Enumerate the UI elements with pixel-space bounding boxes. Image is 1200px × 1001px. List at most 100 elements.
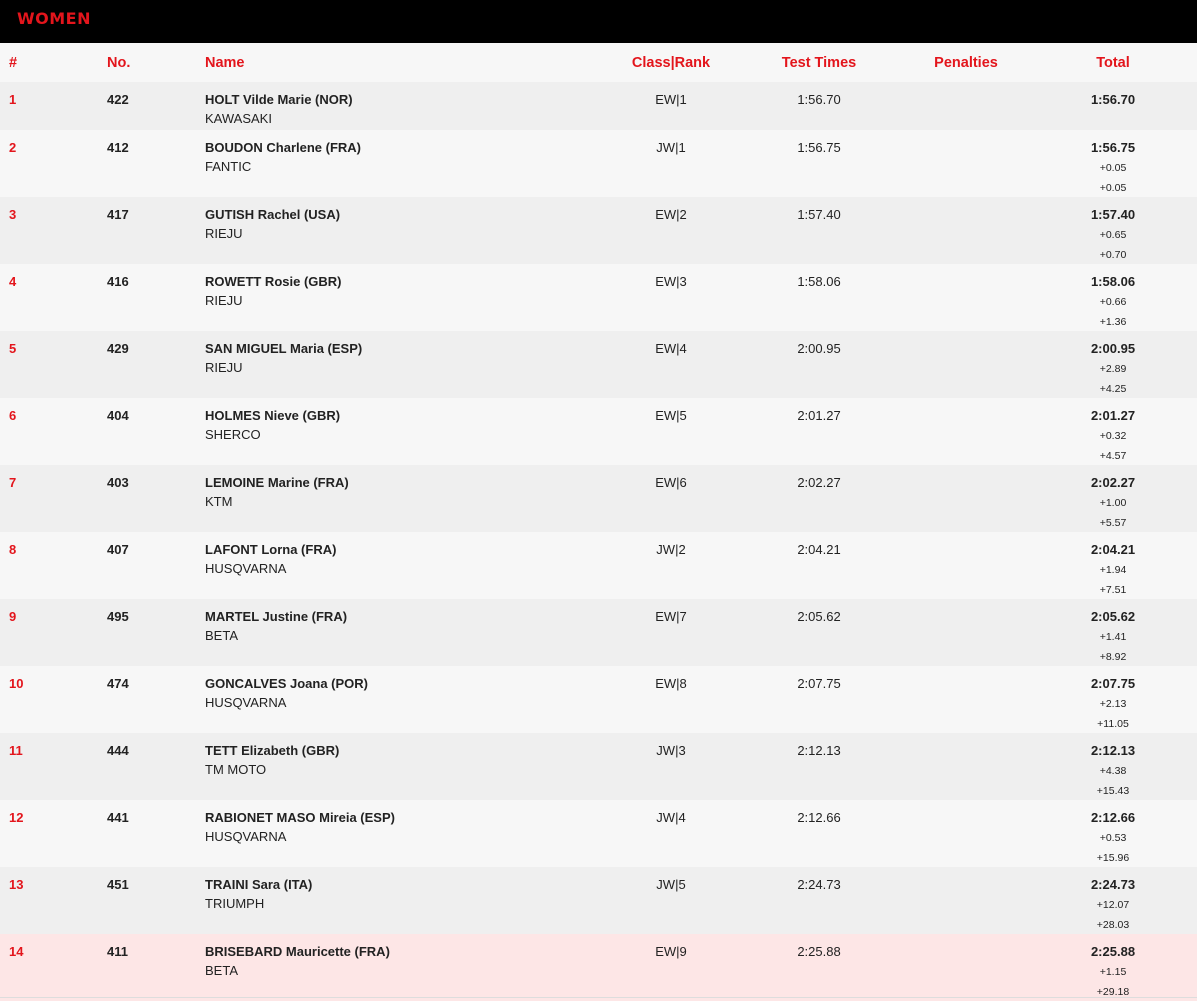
gap-leader-cell: +5.57 (1099, 517, 1127, 529)
header-class-rank: Class|Rank (631, 55, 711, 71)
header-name: Name (205, 55, 245, 71)
test-time-cell: 2:12.66 (797, 810, 841, 825)
header-total: Total (1096, 55, 1130, 71)
total-time-cell: 2:12.13 (1090, 743, 1136, 758)
bike-brand-cell: KAWASAKI (205, 111, 272, 126)
total-time-cell: 2:24.73 (1090, 877, 1136, 892)
rider-number-cell: 474 (107, 676, 129, 691)
rider-number-cell: 495 (107, 609, 129, 624)
test-time-cell: 2:12.13 (797, 743, 841, 758)
rider-name-cell: LEMOINE Marine (FRA) (205, 475, 349, 490)
rider-name-cell: HOLMES Nieve (GBR) (205, 408, 341, 423)
test-time-cell: 1:57.40 (797, 207, 841, 222)
class-rank-cell: JW|3 (656, 743, 686, 758)
gap-leader-cell: +4.57 (1099, 450, 1127, 462)
rider-number-cell: 417 (107, 207, 129, 222)
gap-leader-cell: +7.51 (1099, 584, 1127, 596)
class-rank-cell: EW|6 (655, 475, 687, 490)
bike-brand-cell: RIEJU (205, 293, 243, 308)
rider-name-cell: SAN MIGUEL Maria (ESP) (205, 341, 363, 356)
bike-brand-cell: BETA (205, 628, 238, 643)
total-time-cell: 1:56.70 (1090, 92, 1136, 107)
position-cell: 3 (9, 207, 17, 222)
table-row: 3 417 GUTISH Rachel (USA) RIEJU EW|2 1:57.40 1… (0, 197, 1197, 264)
class-rank-cell: JW|1 (656, 140, 686, 155)
gap-leader-cell: +8.92 (1099, 651, 1127, 663)
total-time-cell: 2:07.75 (1090, 676, 1136, 691)
gap-previous-cell: +0.65 (1099, 229, 1127, 241)
total-time-cell: 2:00.95 (1090, 341, 1136, 356)
bike-brand-cell: HUSQVARNA (205, 829, 287, 844)
bike-brand-cell: RIEJU (205, 226, 243, 241)
rider-number-cell: 429 (107, 341, 129, 356)
rider-name-cell: GUTISH Rachel (USA) (205, 207, 341, 222)
bike-brand-cell: FANTIC (205, 159, 252, 174)
rider-number-cell: 422 (107, 92, 129, 107)
total-time-cell: 1:57.40 (1090, 207, 1136, 222)
total-time-cell: 2:02.27 (1090, 475, 1136, 490)
category-banner: WOMEN (0, 0, 1197, 43)
class-rank-cell: JW|5 (656, 877, 686, 892)
rider-name-cell: LAFONT Lorna (FRA) (205, 542, 337, 557)
position-cell: 8 (9, 542, 17, 557)
position-cell: 14 (9, 944, 24, 959)
table-row: 5 429 SAN MIGUEL Maria (ESP) RIEJU EW|4 2:00.… (0, 331, 1197, 398)
gap-leader-cell: +11.05 (1097, 718, 1129, 730)
class-rank-cell: EW|7 (655, 609, 687, 624)
gap-leader-cell: +1.36 (1099, 316, 1127, 328)
gap-leader-cell: +15.43 (1096, 785, 1130, 797)
rider-number-cell: 403 (107, 475, 129, 490)
bike-brand-cell: SHERCO (205, 427, 261, 442)
test-time-cell: 2:24.73 (797, 877, 841, 892)
class-rank-cell: EW|8 (655, 676, 687, 691)
class-rank-cell: EW|4 (655, 341, 687, 356)
rider-number-cell: 404 (107, 408, 129, 423)
total-time-cell: 2:05.62 (1090, 609, 1136, 624)
position-cell: 9 (9, 609, 17, 624)
gap-leader-cell: +4.25 (1099, 383, 1127, 395)
table-row: 7 403 LEMOINE Marine (FRA) KTM EW|6 2:02.27 2:… (0, 465, 1197, 532)
test-time-cell: 2:05.62 (797, 609, 841, 624)
gap-leader-cell: +0.05 (1099, 182, 1127, 194)
gap-previous-cell: +12.07 (1096, 899, 1130, 911)
position-cell: 6 (9, 408, 17, 423)
total-time-cell: 2:04.21 (1090, 542, 1136, 557)
gap-leader-cell: +28.03 (1096, 919, 1130, 931)
rider-number-cell: 444 (107, 743, 129, 758)
position-cell: 1 (9, 92, 17, 107)
gap-previous-cell: +0.53 (1099, 832, 1127, 844)
gap-previous-cell: +0.05 (1099, 162, 1127, 174)
class-rank-cell: JW|2 (656, 542, 686, 557)
position-cell: 4 (9, 274, 17, 289)
test-time-cell: 1:56.70 (797, 92, 841, 107)
table-bottom-border (0, 997, 1197, 998)
gap-previous-cell: +0.66 (1099, 296, 1127, 308)
header-test-times: Test Times (781, 55, 857, 71)
total-time-cell: 1:56.75 (1090, 140, 1136, 155)
position-cell: 12 (9, 810, 24, 825)
table-header: # No. Name Class|Rank Test Times Penalti… (0, 43, 1197, 82)
table-row: 13 451 TRAINI Sara (ITA) TRIUMPH JW|5 2:24.73… (0, 867, 1197, 934)
rider-number-cell: 416 (107, 274, 129, 289)
class-rank-cell: EW|1 (655, 92, 687, 107)
position-cell: 13 (9, 877, 24, 892)
class-rank-cell: EW|2 (655, 207, 687, 222)
gap-previous-cell: +2.13 (1099, 698, 1127, 710)
total-time-cell: 2:25.88 (1090, 944, 1136, 959)
table-row: 12 441 RABIONET MASO Mireia (ESP) HUSQVARNA… (0, 800, 1197, 867)
rider-name-cell: GONCALVES Joana (POR) (205, 676, 369, 691)
test-time-cell: 2:00.95 (797, 341, 841, 356)
position-cell: 7 (9, 475, 17, 490)
header-position: # (9, 55, 18, 71)
gap-previous-cell: +1.00 (1099, 497, 1127, 509)
rider-name-cell: HOLT Vilde Marie (NOR) (205, 92, 353, 107)
position-cell: 5 (9, 341, 17, 356)
rider-name-cell: BRISEBARD Mauricette (FRA) (205, 944, 390, 959)
header-penalties: Penalties (934, 55, 998, 71)
rider-number-cell: 407 (107, 542, 129, 557)
test-time-cell: 2:02.27 (797, 475, 841, 490)
rider-name-cell: RABIONET MASO Mireia (ESP) (205, 810, 395, 825)
gap-previous-cell: +1.41 (1099, 631, 1127, 643)
gap-previous-cell: +4.38 (1099, 765, 1127, 777)
test-time-cell: 1:58.06 (797, 274, 841, 289)
